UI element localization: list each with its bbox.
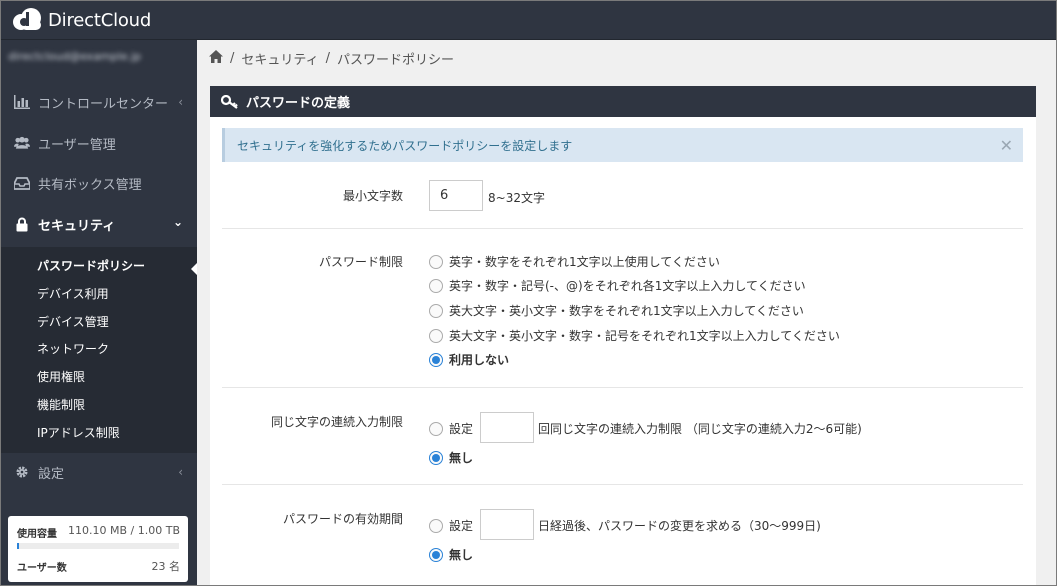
divider [222,387,1023,388]
capacity-bar [17,543,179,549]
repeat-label: 同じ文字の連続入力制限 [270,415,403,429]
breadcrumb-password-policy: パスワードポリシー [337,53,455,68]
radio-button-selected[interactable] [429,352,443,367]
expiry-days-input[interactable] [480,509,534,540]
breadcrumb-separator: / [325,51,331,66]
option-label: 無し [449,451,474,465]
panel-header: パスワードの定義 [210,86,1036,117]
expiry-set-option[interactable]: 設定 [429,517,473,534]
option-label: 設定 [449,519,474,533]
key-icon [221,94,239,109]
radio-button[interactable] [429,254,443,269]
subnav-item-device-usage[interactable]: デバイス利用 [37,285,109,302]
repeat-none-option[interactable]: 無し [429,449,473,466]
capacity-label: 使用容量 [17,529,57,540]
lock-icon [14,216,30,232]
security-subnav: パスワードポリシー デバイス利用 デバイス管理 ネットワーク 使用権限 機能制限… [0,247,197,453]
info-alert: セキュリティを強化するためパスワードポリシーを設定します ✕ [222,128,1023,162]
option-label: 英大文字・英小文字・数字をそれぞれ1文字以上入力してください [449,304,804,318]
main-content: / セキュリティ / パスワードポリシー パスワードの定義 セキュリティを強化す… [197,40,1057,586]
restriction-option-4[interactable]: 英大文字・英小文字・数字・記号をそれぞれ1文字以上入力してください [429,327,840,344]
option-label: 英大文字・英小文字・数字・記号をそれぞれ1文字以上入力してください [449,329,840,343]
option-label: 利用しない [449,353,510,367]
sidebar-item-control-center[interactable]: コントロールセンター ‹ [0,84,197,120]
restriction-option-2[interactable]: 英字・数字・記号(-、@)をそれぞれ各1文字以上入力してください [429,277,806,294]
repeat-suffix: 回同じ文字の連続入力制限 （同じ文字の連続入力2～6可能) [538,422,862,436]
sidebar-item-users[interactable]: ユーザー管理 [0,125,197,161]
capacity-value: 110.10 MB / 1.00 TB [68,524,180,537]
radio-button-selected[interactable] [429,450,443,465]
close-icon[interactable]: ✕ [1000,136,1013,155]
radio-button[interactable] [429,518,443,533]
cloud-logo-icon [12,7,44,33]
subnav-item-password-policy[interactable]: パスワードポリシー [37,257,145,274]
users-icon [14,135,30,151]
breadcrumb: / セキュリティ / パスワードポリシー [209,49,454,68]
user-email: directcloud@example.jp [8,50,142,63]
radio-button[interactable] [429,421,443,436]
user-count-label: ユーザー数 [17,563,67,574]
option-label: 英字・数字をそれぞれ1文字以上使用してください [449,255,720,269]
radio-button[interactable] [429,328,443,343]
expiry-suffix: 日経過後、パスワードの変更を求める（30～999日) [538,519,821,533]
restriction-label: パスワード制限 [318,255,403,269]
min-length-label: 最小文字数 [342,189,403,203]
bar-chart-icon [14,94,30,110]
restriction-option-1[interactable]: 英字・数字をそれぞれ1文字以上使用してください [429,253,720,270]
option-label: 設定 [449,422,474,436]
chevron-left-icon: ‹ [178,465,183,479]
divider [222,228,1023,229]
min-length-hint: 8~32文字 [488,191,545,205]
expiry-label: パスワードの有効期間 [282,512,403,526]
user-count-value: 23 名 [151,560,181,573]
panel-body: セキュリティを強化するためパスワードポリシーを設定します ✕ 最小文字数 6 8… [210,117,1036,586]
expiry-none-option[interactable]: 無し [429,546,473,563]
subnav-item-network[interactable]: ネットワーク [37,340,109,357]
info-alert-text: セキュリティを強化するためパスワードポリシーを設定します [237,138,573,153]
option-label: 無し [449,548,474,562]
divider [222,484,1023,485]
sidebar-item-shared-box[interactable]: 共有ボックス管理 [0,165,197,201]
home-icon[interactable] [209,50,223,67]
breadcrumb-separator: / [230,51,235,66]
app-logo[interactable]: DirectCloud [12,7,151,33]
repeat-count-input[interactable] [480,412,534,443]
chevron-down-icon: ⌄ [172,215,183,229]
radio-button-selected[interactable] [429,547,443,562]
sidebar: directcloud@example.jp コントロールセンター ‹ ユーザー… [0,40,197,586]
top-bar: DirectCloud [0,0,1057,40]
sidebar-item-label: コントロールセンター [38,96,169,112]
subnav-item-feature-restriction[interactable]: 機能制限 [37,396,85,413]
chevron-left-icon: ‹ [178,95,183,109]
subnav-item-permissions[interactable]: 使用権限 [37,368,85,385]
option-label: 英字・数字・記号(-、@)をそれぞれ各1文字以上入力してください [449,279,806,293]
sidebar-item-label: セキュリティ [38,218,116,234]
inbox-icon [14,175,30,191]
radio-button[interactable] [429,278,443,293]
app-name: DirectCloud [48,9,152,31]
panel-title: パスワードの定義 [246,96,351,111]
sidebar-item-label: 設定 [38,466,65,482]
usage-widget: 使用容量 110.10 MB / 1.00 TB ユーザー数 23 名 [8,516,188,582]
breadcrumb-security[interactable]: セキュリティ [241,49,318,68]
subnav-item-device-management[interactable]: デバイス管理 [37,313,109,330]
capacity-bar-fill [17,543,19,549]
sidebar-item-settings[interactable]: 設定 ‹ [0,454,197,490]
min-length-input[interactable]: 6 [429,180,483,211]
subnav-item-ip-restriction[interactable]: IPアドレス制限 [37,424,120,441]
sidebar-item-label: 共有ボックス管理 [38,177,142,193]
repeat-set-option[interactable]: 設定 [429,420,473,437]
sidebar-item-label: ユーザー管理 [38,137,116,153]
sidebar-item-security[interactable]: セキュリティ ⌄ [0,206,197,242]
radio-button[interactable] [429,303,443,318]
restriction-option-none[interactable]: 利用しない [429,351,509,368]
restriction-option-3[interactable]: 英大文字・英小文字・数字をそれぞれ1文字以上入力してください [429,302,804,319]
gear-icon [14,464,30,480]
